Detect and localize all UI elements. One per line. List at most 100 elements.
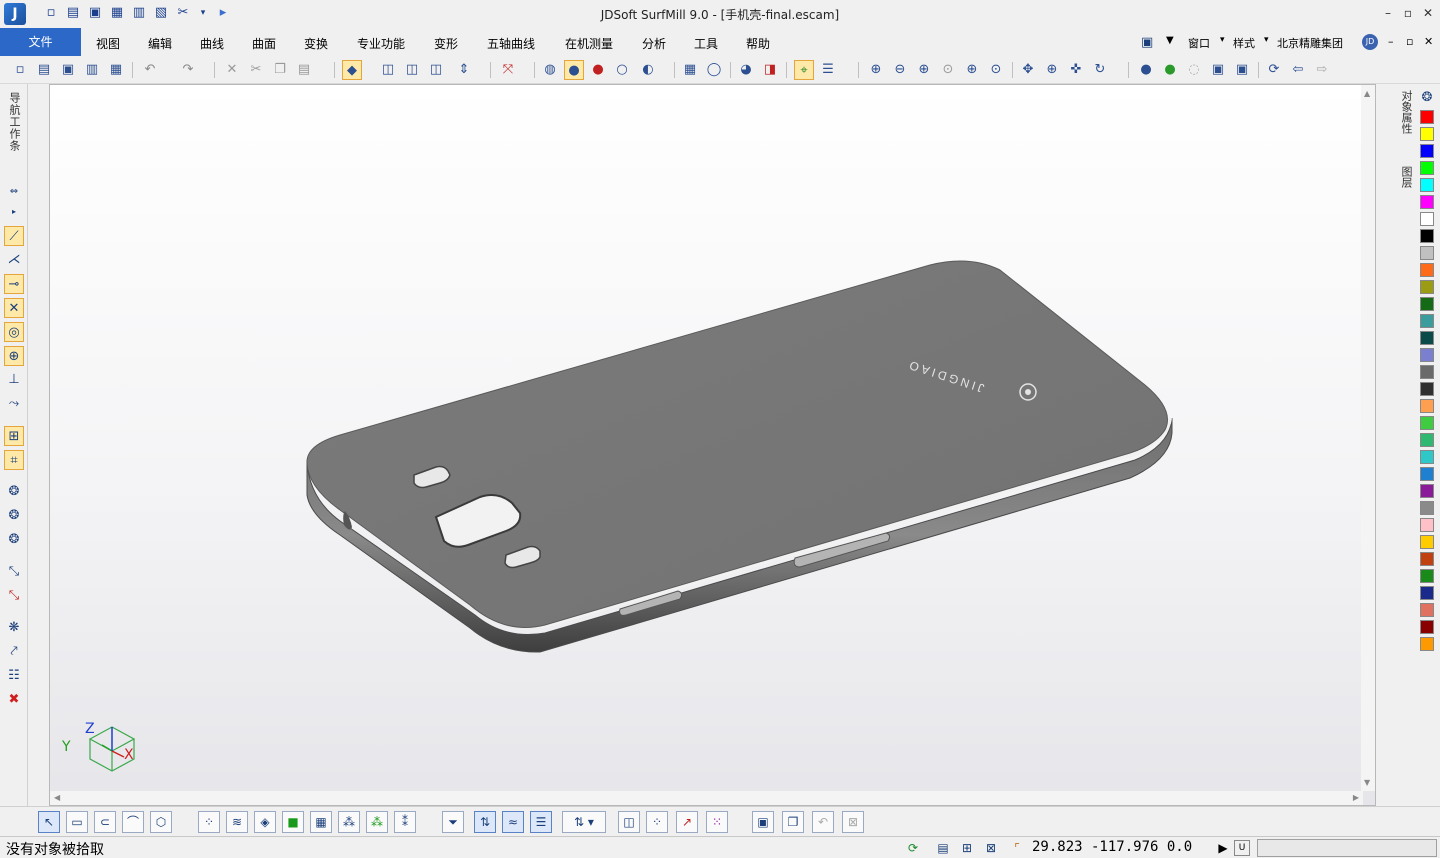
color-swatch[interactable]: [1420, 484, 1434, 498]
color-swatch[interactable]: [1420, 365, 1434, 379]
save-copy-icon[interactable]: ▦: [106, 60, 126, 80]
surface-normal-icon[interactable]: ❂: [4, 530, 24, 550]
undo-icon[interactable]: ↶: [140, 60, 160, 80]
select-curve-icon[interactable]: ⌒: [122, 811, 144, 833]
menu-style[interactable]: 样式: [1233, 35, 1255, 51]
color-swatch[interactable]: [1420, 246, 1434, 260]
scroll-left-icon[interactable]: ◀: [54, 793, 60, 802]
menu-tools[interactable]: 工具: [694, 35, 718, 52]
palette-icon[interactable]: ❂: [1418, 90, 1436, 110]
refresh-icon[interactable]: ⟳: [1264, 60, 1284, 80]
color-swatch[interactable]: [1420, 110, 1434, 124]
menu-onmachine-measure[interactable]: 在机测量: [565, 35, 613, 52]
zoom-out-icon[interactable]: ⊖: [890, 60, 910, 80]
close-icon[interactable]: ✕: [1418, 4, 1438, 22]
snap-group-icon[interactable]: ⁂: [338, 811, 360, 833]
intersection-icon[interactable]: ✕: [4, 298, 24, 318]
menu-file[interactable]: 文件: [0, 28, 81, 56]
delete-icon[interactable]: ✕: [222, 60, 242, 80]
color-swatch[interactable]: [1420, 263, 1434, 277]
group-pick-icon[interactable]: ❋: [4, 618, 24, 638]
menu-professional[interactable]: 专业功能: [357, 35, 405, 52]
light-off-icon[interactable]: ◌: [1184, 60, 1204, 80]
view-axis-icon[interactable]: ⇕: [454, 60, 474, 80]
list-pick-icon[interactable]: ☷: [4, 666, 24, 686]
select-all-icon[interactable]: ▣: [752, 811, 774, 833]
pan-icon[interactable]: ✥: [1018, 60, 1038, 80]
color-swatch[interactable]: [1420, 161, 1434, 175]
layer-status-icon[interactable]: ▤: [934, 839, 952, 857]
zoom-in-icon[interactable]: ⊕: [914, 60, 934, 80]
zoom-center-icon[interactable]: ⊕: [1042, 60, 1062, 80]
scroll-up-icon[interactable]: ▲: [1364, 89, 1370, 98]
chart-snap-icon[interactable]: ⌗: [4, 450, 24, 470]
app-logo-icon[interactable]: J: [4, 3, 26, 25]
menu-deform[interactable]: 变形: [434, 35, 458, 52]
chevron-down-icon[interactable]: ▼: [1166, 35, 1174, 46]
outline-sphere-icon[interactable]: ○: [612, 60, 632, 80]
open-file-icon[interactable]: ▤: [64, 4, 82, 22]
chevron-down-icon[interactable]: ▾: [194, 4, 212, 22]
filter-icon[interactable]: ⏷: [442, 811, 464, 833]
expand-icon[interactable]: ⇔: [4, 182, 24, 202]
target-icon[interactable]: ▣: [1232, 60, 1252, 80]
snap-surface-icon[interactable]: ◈: [254, 811, 276, 833]
color-swatch[interactable]: [1420, 195, 1434, 209]
snap-all-icon[interactable]: ⁑: [394, 811, 416, 833]
layers-tab[interactable]: 图层: [1398, 166, 1414, 188]
doc-close-icon[interactable]: ✕: [1424, 35, 1433, 48]
undo-select-icon[interactable]: ↶: [812, 811, 834, 833]
select-polygon-icon[interactable]: ⬡: [150, 811, 172, 833]
scroll-down-icon[interactable]: ▼: [1364, 778, 1370, 787]
grid-status-icon[interactable]: ⊞: [958, 839, 976, 857]
circle-center-icon[interactable]: ◎: [4, 322, 24, 342]
filter-surface-icon[interactable]: ≈: [502, 811, 524, 833]
cancel-pick-icon[interactable]: ✖: [4, 690, 24, 710]
menu-view[interactable]: 视图: [96, 35, 120, 52]
save-icon[interactable]: ▣: [86, 4, 104, 22]
color-swatch[interactable]: [1420, 569, 1434, 583]
menu-five-axis-curve[interactable]: 五轴曲线: [487, 35, 535, 52]
menu-curve[interactable]: 曲线: [200, 35, 224, 52]
rotate-view-icon[interactable]: ↻: [1090, 60, 1110, 80]
select-arrow-icon[interactable]: ↖: [38, 811, 60, 833]
viewport-canvas[interactable]: JINGDIAO X Y Z: [50, 85, 1363, 791]
chevron-down-icon[interactable]: ▾: [1220, 35, 1225, 45]
color-swatch[interactable]: [1420, 535, 1434, 549]
play-icon[interactable]: ▶: [1214, 839, 1232, 857]
filter-add-icon[interactable]: ⇅: [474, 811, 496, 833]
render-mode-icon[interactable]: ◐: [638, 60, 658, 80]
color-swatch[interactable]: [1420, 552, 1434, 566]
color-swatch[interactable]: [1420, 586, 1434, 600]
color-swatch[interactable]: [1420, 144, 1434, 158]
pick-filter-icon[interactable]: ⤧: [498, 60, 518, 80]
light-blue-icon[interactable]: ●: [1136, 60, 1156, 80]
restore-icon[interactable]: ▫: [1398, 4, 1418, 22]
color-swatch[interactable]: [1420, 416, 1434, 430]
color-swatch[interactable]: [1420, 314, 1434, 328]
save-copy-icon[interactable]: ▧: [152, 4, 170, 22]
surface-pick-icon[interactable]: ❂: [4, 482, 24, 502]
wireframe-sphere-icon[interactable]: ◍: [540, 60, 560, 80]
snap-point-icon[interactable]: ⁘: [198, 811, 220, 833]
color-swatch[interactable]: [1420, 348, 1434, 362]
smart-snap-icon[interactable]: ⌖: [794, 60, 814, 80]
view-points-icon[interactable]: ⁙: [706, 811, 728, 833]
move-view-icon[interactable]: ✜: [1066, 60, 1086, 80]
tangent-icon[interactable]: ⤳: [4, 394, 24, 414]
menu-surface[interactable]: 曲面: [252, 35, 276, 52]
doc-restore-icon[interactable]: ▫: [1406, 35, 1413, 48]
copy-icon[interactable]: ❐: [270, 60, 290, 80]
color-swatch[interactable]: [1420, 178, 1434, 192]
color-swatch[interactable]: [1420, 501, 1434, 515]
section-view-icon[interactable]: ◨: [760, 60, 780, 80]
line-tool-icon[interactable]: ⟋: [4, 226, 24, 246]
forward-icon[interactable]: ⇨: [1312, 60, 1332, 80]
menu-transform[interactable]: 变换: [304, 35, 328, 52]
doc-minimize-icon[interactable]: –: [1388, 35, 1394, 48]
open-file-icon[interactable]: ▤: [34, 60, 54, 80]
select-rect-icon[interactable]: ▭: [66, 811, 88, 833]
color-swatch[interactable]: [1420, 518, 1434, 532]
clear-select-icon[interactable]: ⊠: [842, 811, 864, 833]
color-swatch[interactable]: [1420, 297, 1434, 311]
